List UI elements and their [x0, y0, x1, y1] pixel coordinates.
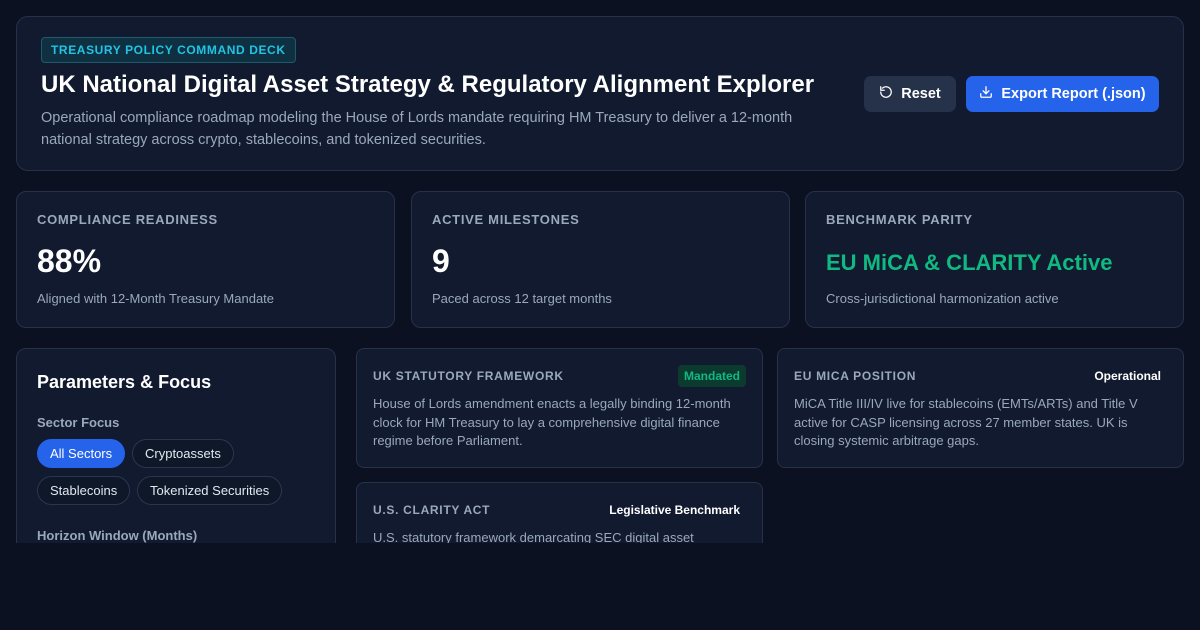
stat-note: Paced across 12 target months [432, 291, 612, 306]
stat-label: BENCHMARK PARITY [826, 212, 973, 227]
chip-tokenized-securities[interactable]: Tokenized Securities [137, 476, 283, 505]
stat-label: ACTIVE MILESTONES [432, 212, 580, 227]
parameters-title: Parameters & Focus [37, 372, 212, 392]
framework-description: MiCA Title III/IV live for stablecoins (… [794, 396, 1138, 448]
download-icon [979, 85, 993, 103]
framework-card-uk: UK STATUTORY FRAMEWORK Mandated House of… [356, 348, 763, 468]
chip-cryptoassets[interactable]: Cryptoassets [132, 439, 234, 468]
framework-description: House of Lords amendment enacts a legall… [373, 396, 731, 448]
stat-card-milestones: ACTIVE MILESTONES 9 Paced across 12 targ… [411, 191, 790, 328]
stat-note: Cross-jurisdictional harmonization activ… [826, 291, 1059, 306]
stat-card-benchmark: BENCHMARK PARITY EU MiCA & CLARITY Activ… [805, 191, 1184, 328]
status-badge: Mandated [677, 365, 746, 387]
parameters-panel: Parameters & Focus Sector Focus All Sect… [16, 348, 336, 568]
page-title: UK National Digital Asset Strategy & Reg… [41, 71, 815, 98]
page: TREASURY POLICY COMMAND DECK UK National… [0, 0, 1200, 630]
reset-button[interactable]: Reset [864, 76, 956, 112]
content-cutoff [0, 543, 1200, 630]
page-subtitle: Operational compliance roadmap modeling … [41, 110, 793, 148]
framework-card-eu: EU MICA POSITION Operational MiCA Title … [777, 348, 1184, 468]
sector-focus-label: Sector Focus [37, 415, 120, 430]
header-card: TREASURY POLICY COMMAND DECK UK National… [16, 16, 1184, 171]
stat-label: COMPLIANCE READINESS [37, 212, 218, 227]
framework-name: EU MICA POSITION [794, 369, 917, 383]
stat-note: Aligned with 12-Month Treasury Mandate [37, 291, 275, 306]
header-kicker: TREASURY POLICY COMMAND DECK [41, 37, 296, 63]
stat-card-compliance: COMPLIANCE READINESS 88% Aligned with 12… [16, 191, 395, 328]
export-report-button[interactable]: Export Report (.json) [966, 76, 1159, 112]
rotate-ccw-icon [879, 85, 893, 103]
chip-stablecoins[interactable]: Stablecoins [37, 476, 131, 505]
stat-value: EU MiCA & CLARITY Active [826, 250, 1113, 275]
stat-value: 9 [432, 243, 450, 279]
stat-value: 88% [37, 243, 102, 279]
status-badge: Operational [1094, 369, 1161, 383]
chip-all-sectors[interactable]: All Sectors [37, 439, 126, 468]
framework-name: UK STATUTORY FRAMEWORK [373, 369, 564, 383]
framework-name: U.S. CLARITY ACT [373, 503, 491, 517]
horizon-window-label: Horizon Window (Months) [37, 528, 198, 543]
export-button-label: Export Report (.json) [1001, 86, 1146, 102]
reset-button-label: Reset [901, 86, 941, 102]
status-badge: Legislative Benchmark [609, 503, 740, 517]
